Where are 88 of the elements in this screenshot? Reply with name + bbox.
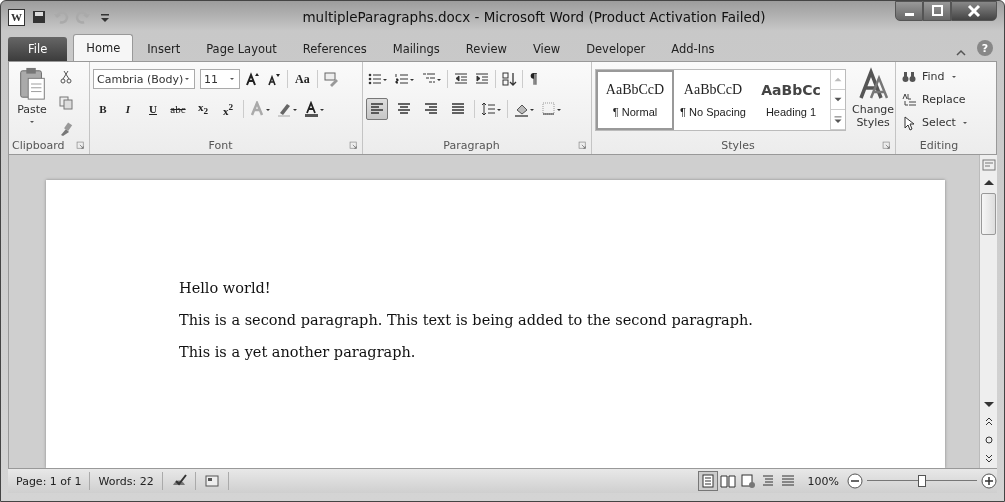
close-icon	[966, 3, 982, 19]
borders-icon[interactable]	[540, 101, 562, 117]
numbering-icon[interactable]	[393, 71, 415, 87]
brush-icon[interactable]	[58, 121, 74, 137]
view-button[interactable]	[697, 471, 718, 491]
group-label: Font	[207, 139, 234, 152]
file-tab[interactable]: File	[8, 37, 68, 61]
paragraph: This is a second paragraph. This text is being added to the second paragraph.	[179, 312, 754, 328]
line-spacing-icon[interactable]	[480, 101, 502, 117]
change-styles-button[interactable]: Change Styles	[852, 67, 895, 137]
highlighter-icon[interactable]	[276, 101, 298, 117]
group-label: Styles	[720, 139, 756, 152]
grow-font-icon[interactable]	[245, 71, 261, 87]
ribbon-tab[interactable]: Mailings	[380, 37, 452, 61]
show-marks-button[interactable]: ¶	[528, 71, 540, 87]
scroll-thumb[interactable]	[981, 193, 996, 235]
macro-icon[interactable]	[203, 473, 220, 489]
change-case-button[interactable]: Aa	[293, 71, 312, 87]
caret-icon	[183, 75, 192, 83]
minimize-button[interactable]	[895, 1, 923, 21]
font-size-field[interactable]: 11	[200, 69, 240, 89]
zoom-thumb[interactable]	[918, 475, 926, 487]
maximize-button[interactable]	[923, 1, 951, 21]
help-button[interactable]: ?	[977, 40, 993, 56]
align-icon	[450, 101, 466, 117]
scissors-icon[interactable]	[58, 69, 74, 85]
ribbon-tab[interactable]: Insert	[135, 37, 193, 61]
ribbon-tab[interactable]: View	[520, 37, 573, 61]
format-button[interactable]: abc	[168, 103, 188, 115]
maximize-icon	[929, 3, 945, 19]
paste-button[interactable]: Paste	[12, 67, 52, 137]
paragraph: This is a yet another paragraph.	[179, 344, 417, 360]
font-color-icon[interactable]	[303, 101, 325, 117]
close-button[interactable]	[951, 1, 997, 21]
ribbon-tab[interactable]: Add-Ins	[659, 37, 727, 61]
view-icon	[699, 473, 716, 489]
word-count[interactable]: Words: 22	[90, 472, 163, 490]
caret-icon	[28, 118, 36, 126]
minimize-icon	[904, 12, 914, 16]
editing-button[interactable]: Replace	[899, 90, 979, 109]
increase-indent-icon[interactable]	[474, 71, 490, 87]
ribbon-tab[interactable]: Review	[453, 37, 519, 61]
align-icon	[423, 101, 439, 117]
view-icon	[739, 473, 756, 489]
editing-button[interactable]: Select	[899, 113, 979, 132]
clear-format-icon[interactable]	[322, 71, 339, 87]
launcher-icon[interactable]	[881, 140, 892, 151]
decrease-indent-icon[interactable]	[453, 71, 469, 87]
ribbon-tab[interactable]: Page Layout	[194, 37, 289, 61]
group-label: Paragraph	[442, 139, 501, 152]
font-name-field[interactable]: Cambria (Body)	[93, 69, 195, 89]
launcher-icon[interactable]	[75, 140, 86, 151]
cursor-icon	[901, 114, 917, 131]
align-icon	[369, 101, 385, 117]
sort-icon[interactable]	[501, 71, 517, 87]
vertical-scrollbar[interactable]	[979, 155, 997, 468]
bullets-icon[interactable]	[366, 71, 388, 87]
style-item[interactable]: AaBbCcD ¶ Normal	[596, 70, 674, 130]
zoom-in-icon[interactable]	[981, 473, 997, 489]
window-title: multipleParagraphs.docx - Microsoft Word (Product Activation Failed)	[301, 9, 767, 25]
view-icon	[779, 473, 796, 489]
format-button[interactable]: x$_{2}$	[193, 101, 213, 117]
align-button[interactable]	[366, 98, 388, 120]
format-button[interactable]: I	[118, 103, 138, 115]
replace-icon	[901, 91, 917, 108]
group-label: Editing	[918, 139, 960, 152]
zoom-level[interactable]: 100%	[797, 474, 847, 488]
launcher-icon[interactable]	[577, 140, 588, 151]
align-icon	[396, 101, 412, 117]
save-icon[interactable]	[31, 9, 47, 25]
ribbon-tab[interactable]: Developer	[574, 37, 658, 61]
view-icon	[719, 473, 736, 489]
copy-icon[interactable]	[58, 95, 74, 111]
launcher-icon[interactable]	[348, 140, 359, 151]
app-icon[interactable]: W	[8, 8, 25, 26]
format-button[interactable]: B	[93, 103, 113, 115]
ribbon-tab[interactable]: Home	[73, 34, 134, 61]
paragraph: Hello world!	[179, 280, 272, 296]
group-label: Clipboard	[12, 139, 66, 152]
caret-icon	[228, 75, 236, 83]
format-button[interactable]: x$^{2}$	[218, 101, 238, 117]
format-button[interactable]: U	[143, 103, 163, 115]
page-count[interactable]: Page: 1 of 1	[8, 472, 91, 490]
ribbon-tab[interactable]: References	[290, 37, 379, 61]
zoom-out-icon[interactable]	[847, 473, 863, 489]
shrink-font-icon[interactable]	[266, 71, 282, 87]
styles-icon	[857, 67, 890, 101]
editing-button[interactable]: Find	[899, 67, 979, 86]
